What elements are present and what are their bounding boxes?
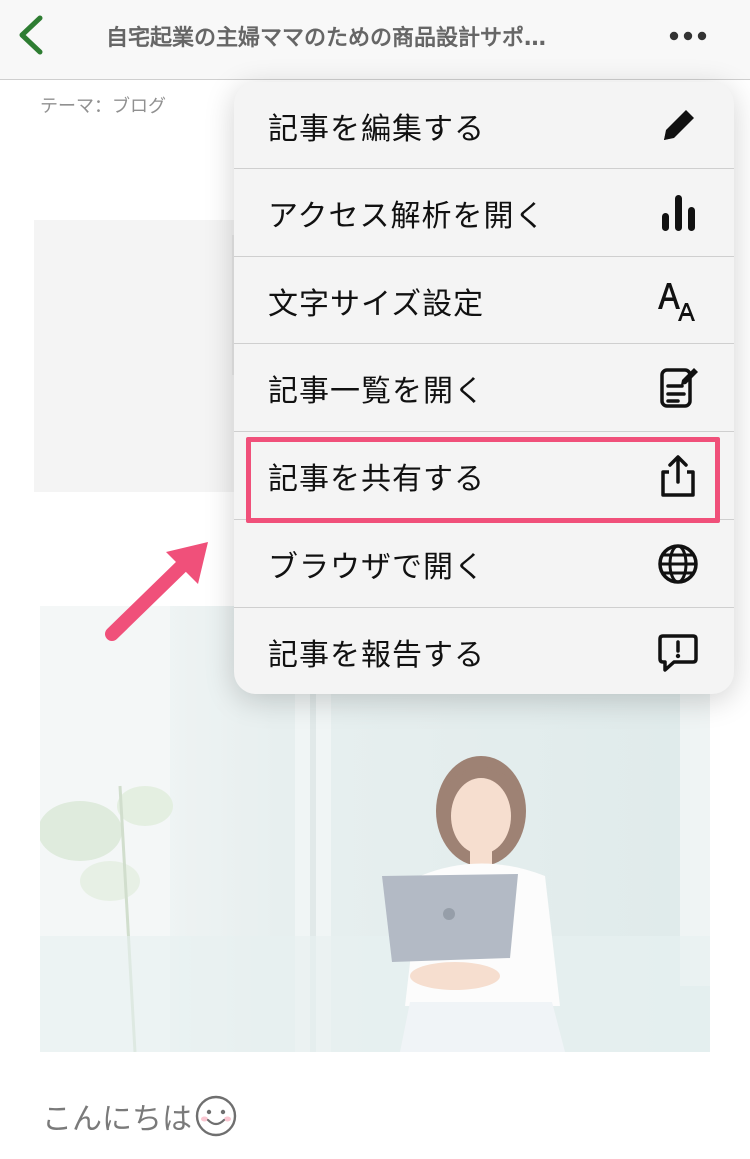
report-icon bbox=[658, 634, 698, 672]
page: 自宅起業の主婦ママのための商品設計サポ… テーマ：ブログ こんにちは 記事を編集… bbox=[0, 0, 750, 1159]
menu-item-label: 記事一覧を開く bbox=[268, 374, 485, 409]
app-header: 自宅起業の主婦ママのための商品設計サポ… bbox=[0, 0, 750, 80]
menu-item-label: 記事を共有する bbox=[268, 462, 485, 497]
share-icon bbox=[661, 455, 695, 497]
menu-item-analytics[interactable]: アクセス解析を開く bbox=[234, 169, 734, 257]
menu-item-label: 文字サイズ設定 bbox=[268, 287, 485, 322]
article-list-icon bbox=[660, 368, 698, 408]
bar-chart-icon bbox=[662, 195, 695, 231]
pencil-icon bbox=[664, 110, 694, 140]
menu-item-label: ブラウザで開く bbox=[268, 550, 485, 585]
back-button[interactable] bbox=[10, 12, 56, 58]
more-dots-icon bbox=[669, 31, 707, 41]
menu-item-label: 記事を編集する bbox=[268, 112, 485, 147]
smiley-icon bbox=[195, 1095, 237, 1137]
menu-item-report-article[interactable]: 記事を報告する bbox=[234, 608, 734, 696]
context-menu: 記事を編集する アクセス解析を開く 文字サイズ設定 記事一覧を開く 記事を共有す… bbox=[234, 82, 734, 694]
page-title: 自宅起業の主婦ママのための商品設計サポ… bbox=[106, 26, 547, 51]
globe-icon bbox=[658, 544, 698, 584]
menu-item-open-in-browser[interactable]: ブラウザで開く bbox=[234, 520, 734, 608]
more-menu-button[interactable] bbox=[664, 14, 712, 54]
menu-item-share-article[interactable]: 記事を共有する bbox=[234, 432, 734, 520]
theme-label[interactable]: テーマ：ブログ bbox=[40, 92, 166, 118]
greeting-text: こんにちは bbox=[42, 1102, 192, 1137]
menu-item-label: 記事を報告する bbox=[268, 638, 485, 673]
menu-item-label: アクセス解析を開く bbox=[268, 199, 546, 234]
menu-item-edit-article[interactable]: 記事を編集する bbox=[234, 82, 734, 170]
font-size-icon bbox=[658, 283, 695, 321]
pointer-arrow-icon bbox=[105, 542, 208, 641]
menu-item-article-list[interactable]: 記事一覧を開く bbox=[234, 344, 734, 432]
menu-item-font-size[interactable]: 文字サイズ設定 bbox=[234, 257, 734, 345]
article-greeting: こんにちは bbox=[42, 1094, 238, 1138]
chevron-left-icon bbox=[19, 15, 43, 55]
